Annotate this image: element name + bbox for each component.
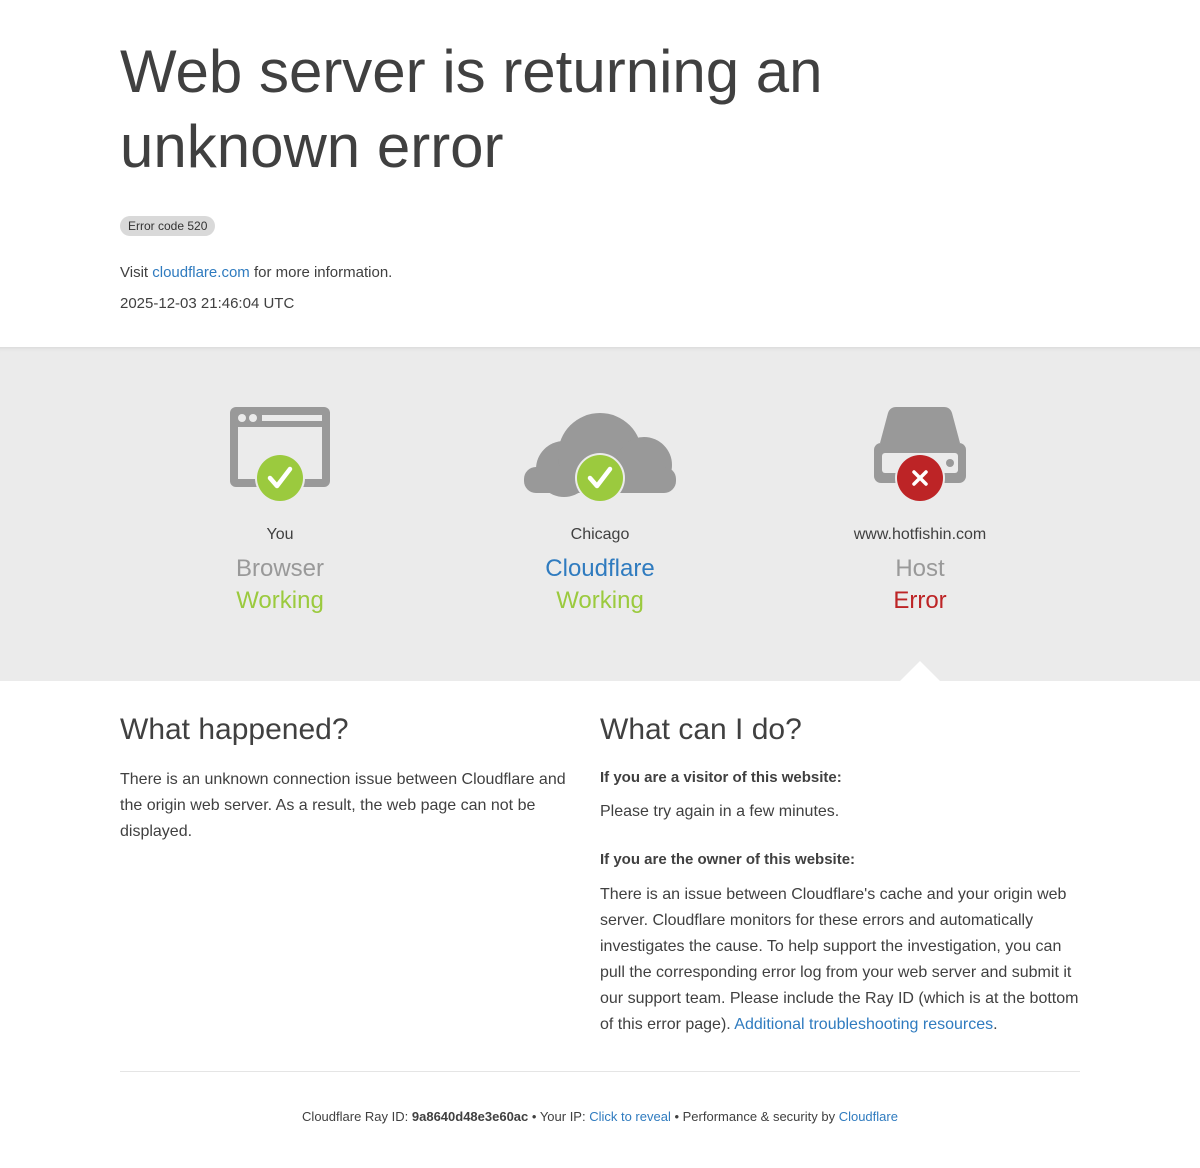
- footer-divider: [120, 1071, 1080, 1072]
- timestamp: 2025-12-03 21:46:04 UTC: [120, 295, 295, 312]
- host-pointer-arrow: [900, 661, 940, 681]
- header: Web server is returning an unknown error…: [0, 0, 1200, 347]
- owner-heading: If you are the owner of this website:: [600, 851, 856, 868]
- visit-prefix: Visit: [120, 264, 153, 281]
- server-icon: [874, 407, 966, 503]
- state-label: Error: [893, 587, 947, 614]
- cloud-icon: [524, 413, 676, 503]
- browser-icon: [230, 407, 330, 503]
- status-host: www.hotfishin.com Host Error: [760, 347, 1080, 681]
- footer-separator: •: [670, 1109, 683, 1124]
- reveal-ip-link[interactable]: Click to reveal: [589, 1109, 671, 1124]
- check-icon: [575, 453, 625, 503]
- performance-label: Performance & security by: [682, 1109, 839, 1124]
- state-label: Working: [236, 587, 324, 614]
- cloudflare-link[interactable]: cloudflare.com: [152, 264, 250, 281]
- visit-suffix: for more information.: [249, 264, 393, 281]
- info-section: What happened? There is an unknown conne…: [0, 681, 1200, 1071]
- location-label: You: [266, 526, 294, 543]
- ray-id-label: Cloudflare Ray ID:: [302, 1109, 412, 1124]
- cloudflare-footer-link[interactable]: Cloudflare: [839, 1109, 898, 1124]
- owner-body-text: There is an issue between Cloudflare's c…: [600, 886, 1079, 1033]
- what-can-i-do-heading: What can I do?: [600, 713, 802, 746]
- location-label: Chicago: [570, 526, 630, 543]
- footer-separator: •: [528, 1109, 540, 1124]
- state-label: Working: [556, 587, 644, 614]
- check-icon: [255, 453, 305, 503]
- status-browser: You Browser Working: [120, 347, 440, 681]
- ip-label: Your IP:: [539, 1109, 590, 1124]
- x-icon: [895, 453, 945, 503]
- footer: Cloudflare Ray ID: 9a8640d48e3e60ac • Yo…: [0, 1108, 1200, 1126]
- what-happened-heading: What happened?: [120, 713, 349, 746]
- location-label: www.hotfishin.com: [853, 526, 987, 543]
- visitor-heading: If you are a visitor of this website:: [600, 769, 842, 786]
- ray-id: 9a8640d48e3e60ac: [411, 1109, 529, 1124]
- server-icon-wrap: [760, 407, 1080, 507]
- status-cloudflare: Chicago Cloudflare Working: [440, 347, 760, 681]
- owner-body: There is an issue between Cloudflare's c…: [600, 882, 1080, 1038]
- troubleshooting-link[interactable]: Additional troubleshooting resources: [734, 1016, 993, 1033]
- role-label: Host: [895, 555, 945, 582]
- page-title: Web server is returning an unknown error: [120, 38, 823, 180]
- role-label: Browser: [235, 555, 325, 582]
- visitor-body: Please try again in a few minutes.: [600, 803, 840, 820]
- cloudflare-role-link[interactable]: Cloudflare: [440, 554, 760, 584]
- owner-body-end: .: [993, 1016, 998, 1033]
- visit-line: Visit cloudflare.com for more informatio…: [120, 263, 392, 283]
- status-band: You Browser Working Chicago Cloudflare W…: [0, 347, 1200, 681]
- what-happened-body: There is an unknown connection issue bet…: [120, 771, 566, 840]
- browser-icon-wrap: [120, 407, 440, 507]
- cloud-icon-wrap: [440, 407, 760, 507]
- error-code-badge: Error code 520: [120, 216, 216, 236]
